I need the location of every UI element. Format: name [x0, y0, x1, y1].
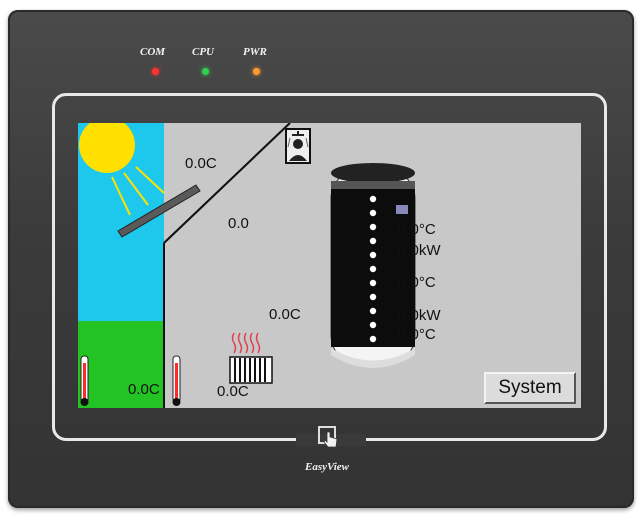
cpu-led-label: CPU	[192, 46, 214, 58]
tank-bottom-temp: 0.0°C	[398, 326, 436, 343]
outdoor-thermometer-icon	[80, 355, 89, 406]
pwr-led	[253, 68, 260, 75]
touch-screen[interactable]: 0.0C 0.0 0.0C 0.0C 0.0C 0.0°C 0.0kW 0.0°…	[78, 123, 581, 408]
com-led	[152, 68, 159, 75]
scene-graphic	[78, 123, 581, 408]
shower-icon	[285, 128, 311, 164]
cpu-led	[202, 68, 209, 75]
touch-hand-icon	[318, 426, 338, 448]
com-led-label: COM	[140, 46, 166, 58]
tank-power-2: 0.0kW	[398, 307, 441, 324]
room-temp: 0.0C	[269, 306, 301, 323]
pwr-led-label: PWR	[243, 46, 267, 58]
indoor-thermometer-icon	[172, 355, 181, 406]
collector-temp: 0.0C	[185, 155, 217, 172]
tank-top-temp: 0.0°C	[398, 221, 436, 238]
outdoor-temp: 0.0C	[128, 381, 160, 398]
flow-value: 0.0	[228, 215, 249, 232]
system-button[interactable]: System	[484, 372, 576, 404]
tank-power-1: 0.0kW	[398, 242, 441, 259]
brand-logo: EasyView	[305, 461, 350, 473]
radiator-temp: 0.0C	[217, 383, 249, 400]
tank-mid-temp: 0.0°C	[398, 274, 436, 291]
